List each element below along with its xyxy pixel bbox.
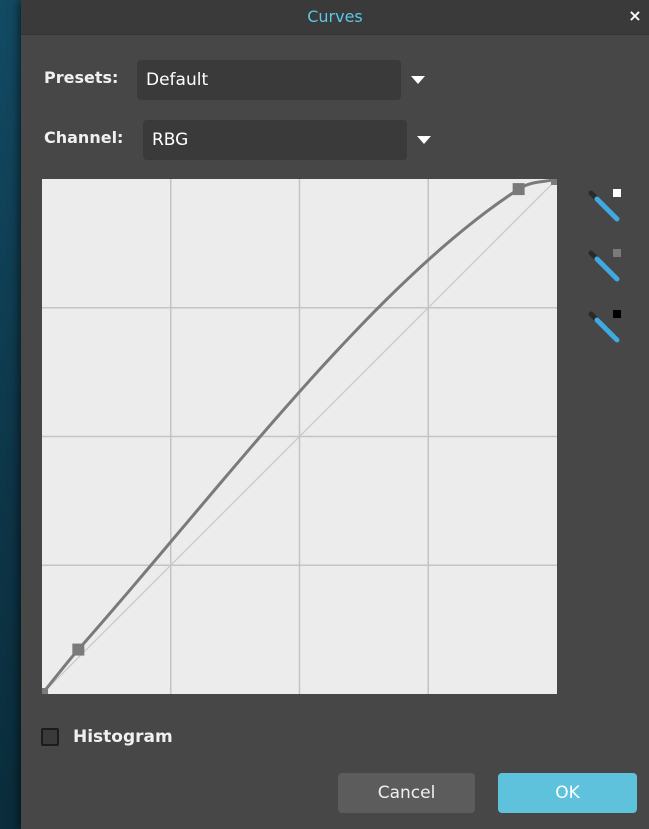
curves-graph[interactable]: [42, 179, 557, 694]
white-point-eyedropper-icon[interactable]: [583, 183, 623, 223]
ok-button[interactable]: OK: [498, 773, 637, 813]
histogram-checkbox[interactable]: [41, 728, 59, 746]
black-point-eyedropper-icon[interactable]: [583, 304, 623, 344]
histogram-label: Histogram: [73, 727, 173, 747]
curve-point-0[interactable]: [42, 688, 48, 694]
presets-label: Presets:: [44, 68, 119, 87]
gray-point-eyedropper-icon[interactable]: [583, 243, 623, 283]
curve-point-3[interactable]: [551, 179, 557, 185]
cancel-button[interactable]: Cancel: [338, 773, 475, 813]
curves-dialog: Curves × Presets: Default Channel: RBG H…: [21, 0, 649, 829]
presets-select[interactable]: Default: [137, 60, 401, 100]
channel-select[interactable]: RBG: [143, 120, 407, 160]
title-bar[interactable]: Curves ×: [21, 0, 649, 35]
channel-dropdown-icon[interactable]: [417, 136, 431, 144]
presets-dropdown-icon[interactable]: [411, 76, 425, 84]
close-icon[interactable]: ×: [625, 6, 645, 26]
channel-label: Channel:: [44, 128, 124, 147]
dialog-title: Curves: [307, 7, 363, 26]
curve-point-2[interactable]: [512, 183, 525, 196]
curve-point-1[interactable]: [72, 643, 85, 656]
